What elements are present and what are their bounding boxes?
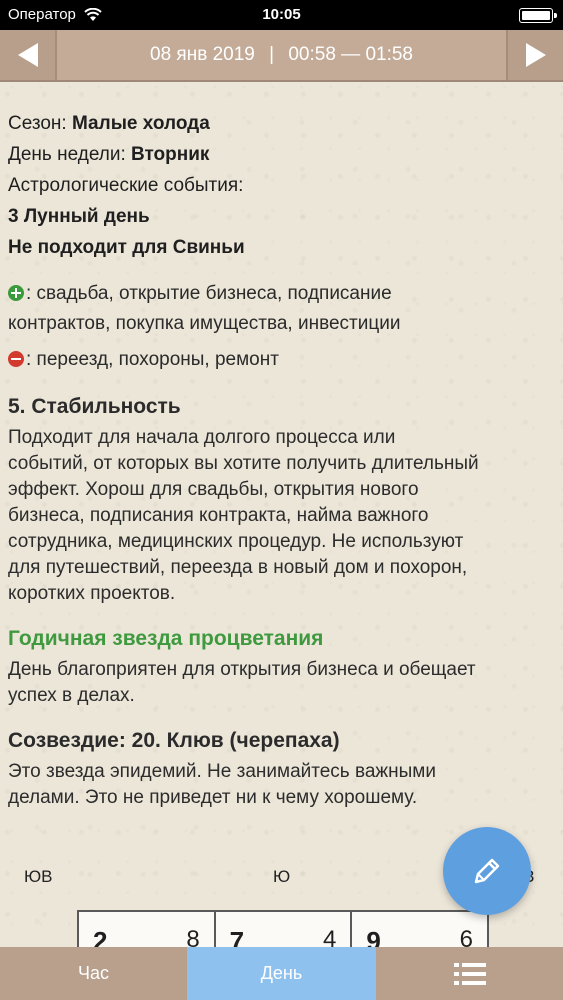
prosperity-star-title: Годичная звезда процветания: [8, 627, 324, 650]
bad-activities-text: : переезд, похороны, ремонт: [26, 349, 279, 370]
time-range-label: 00:58 — 01:58: [288, 44, 413, 65]
good-activities-line1: : свадьба, открытие бизнеса, подписание: [26, 283, 392, 304]
date-separator: |: [269, 44, 275, 65]
stability-line: событий, от которых вы хотите получить д…: [8, 453, 479, 474]
date-nav-bar: 08 янв 2019 | 00:58 — 01:58: [0, 30, 563, 82]
bottom-tab-bar: Час День: [0, 947, 563, 1000]
next-period-button[interactable]: [506, 30, 563, 80]
star-line: успех в делах.: [8, 685, 135, 706]
stability-line: Подходит для начала долгого процесса или: [8, 427, 396, 448]
stability-line: сотрудника, медицинских процедур. Не исп…: [8, 531, 464, 552]
season-value: Малые холода: [72, 113, 210, 134]
good-activities-line2: контрактов, покупка имущества, инвестици…: [8, 313, 401, 334]
clock: 10:05: [262, 6, 301, 23]
status-bar: Оператор 10:05: [0, 0, 563, 30]
arrow-right-icon: [525, 43, 546, 67]
date-label: 08 янв 2019: [150, 44, 255, 65]
prosperity-star-description: День благоприятен для открытия бизнеса и…: [8, 657, 548, 709]
stability-title: 5. Стабильность: [8, 395, 181, 418]
season-label: Сезон:: [8, 113, 67, 134]
stability-description: Подходит для начала долгого процесса или…: [8, 425, 548, 607]
stability-line: бизнеса, подписания контракта, найма важ…: [8, 505, 429, 526]
minus-circle-icon: [8, 351, 24, 367]
weekday-value: Вторник: [131, 144, 210, 165]
tab-menu[interactable]: [376, 947, 563, 1000]
battery-icon: [519, 8, 557, 23]
constellation-description: Это звезда эпидемий. Не занимайтесь важн…: [8, 759, 548, 811]
tab-day[interactable]: День: [187, 947, 376, 1000]
lunar-day: 3 Лунный день: [8, 206, 150, 227]
compass-se-label: ЮВ: [24, 867, 53, 886]
constellation-title: Созвездие: 20. Клюв (черепаха): [8, 729, 340, 752]
good-activities: : свадьба, открытие бизнеса, подписание …: [8, 279, 548, 339]
arrow-left-icon: [17, 43, 38, 67]
stability-line: эффект. Хорош для свадьбы, открытия ново…: [8, 479, 419, 500]
constellation-line: делами. Это не приведет ни к чему хороше…: [8, 787, 418, 808]
stability-line: для путешествий, переезда в новый дом и …: [8, 557, 468, 578]
weekday-row: День недели: Вторник: [8, 139, 548, 170]
bad-activities: : переезд, похороны, ремонт: [8, 345, 548, 375]
season-row: Сезон: Малые холода: [8, 108, 548, 139]
prev-period-button[interactable]: [0, 30, 57, 80]
day-details: Сезон: Малые холода День недели: Вторник…: [8, 108, 548, 811]
not-suitable-for: Не подходит для Свиньи: [8, 237, 245, 258]
list-icon: [453, 962, 486, 985]
date-time-range: 08 янв 2019 | 00:58 — 01:58: [55, 30, 508, 80]
constellation-line: Это звезда эпидемий. Не занимайтесь важн…: [8, 761, 436, 782]
plus-circle-icon: [8, 285, 24, 301]
compass-s-label: Ю: [273, 867, 291, 886]
tab-hour[interactable]: Час: [0, 947, 187, 1000]
pencil-icon: [474, 858, 500, 884]
edit-fab-button[interactable]: [443, 827, 531, 915]
astro-events-label: Астрологические события:: [8, 175, 244, 196]
star-line: День благоприятен для открытия бизнеса и…: [8, 659, 476, 680]
stability-line: коротких проектов.: [8, 583, 176, 604]
weekday-label: День недели:: [8, 144, 126, 165]
